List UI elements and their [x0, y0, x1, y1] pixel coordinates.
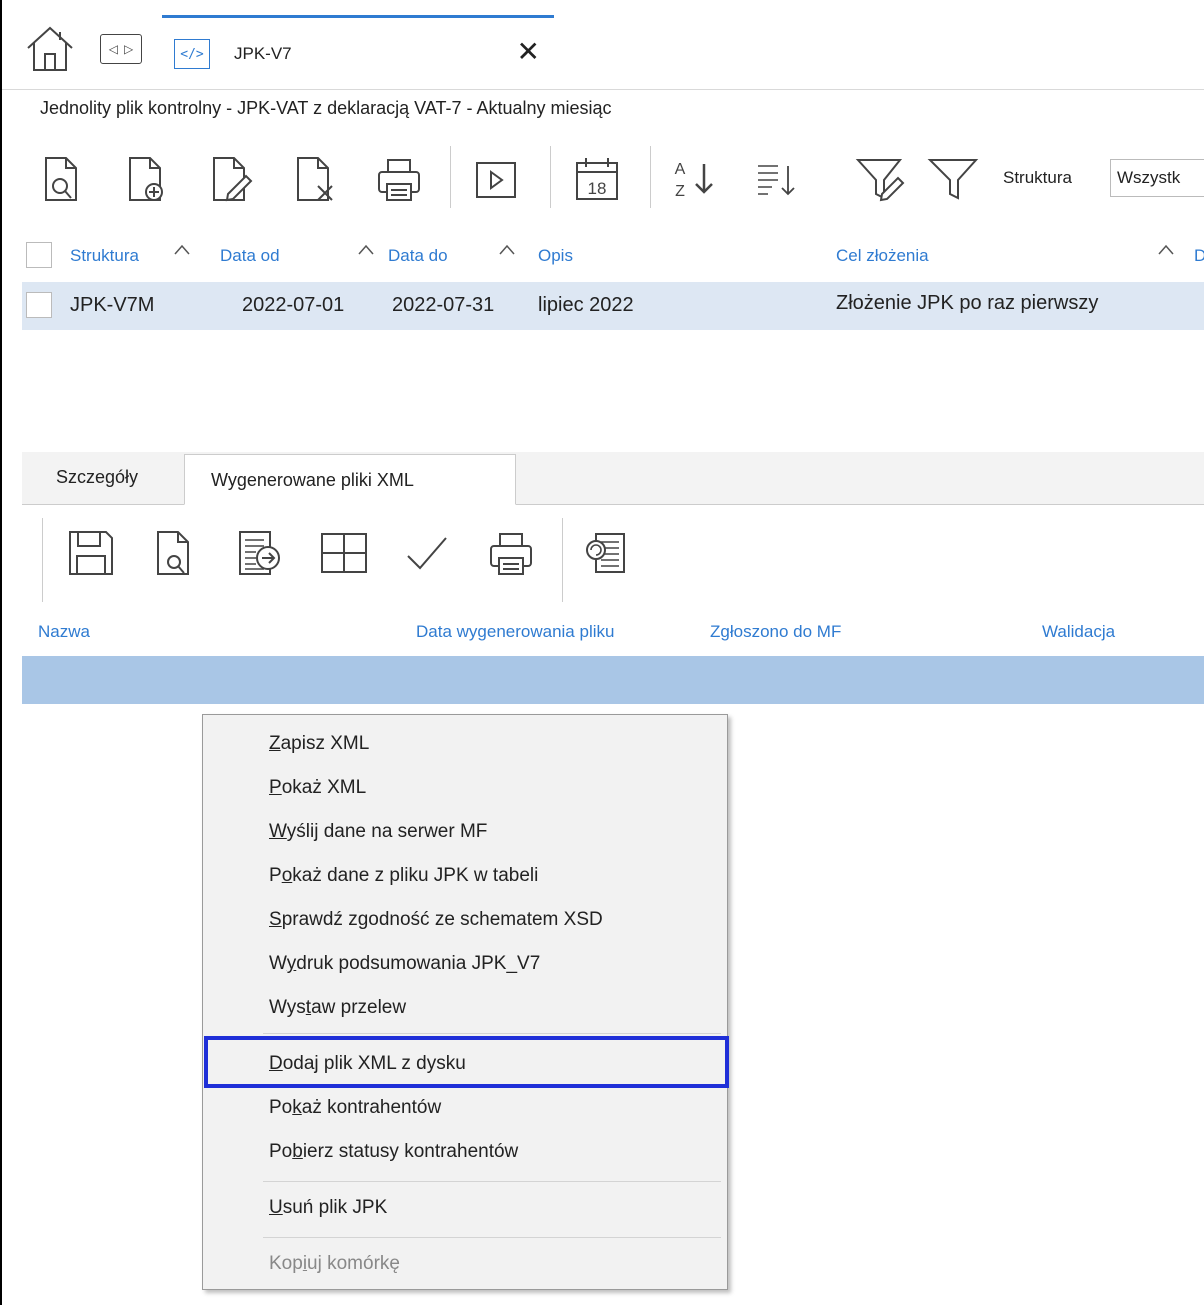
- select-all-checkbox[interactable]: [26, 242, 52, 268]
- column-header-data-od[interactable]: Data od: [220, 246, 280, 266]
- struktura-select[interactable]: Wszystk: [1110, 159, 1204, 197]
- menu-item-sprawdz-xsd[interactable]: Sprawdź zgodność ze schematem XSD: [269, 909, 603, 931]
- tab-label: Wygenerowane pliki XML: [211, 470, 414, 490]
- filter-icon[interactable]: [926, 154, 980, 204]
- calendar-day: 18: [588, 179, 607, 198]
- column-header-struktura[interactable]: Struktura: [70, 246, 139, 266]
- sort-list-icon[interactable]: [750, 154, 806, 204]
- sort-z-label: Z: [675, 183, 685, 200]
- print-icon[interactable]: [374, 154, 424, 204]
- tab-jpk-v7[interactable]: </> JPK-V7 ✕: [162, 15, 554, 90]
- code-icon: </>: [174, 39, 210, 69]
- filter-clear-icon[interactable]: [854, 154, 908, 204]
- column-header-nazwa[interactable]: Nazwa: [38, 622, 90, 642]
- cell-cel: Złożenie JPK po raz pierwszy: [836, 292, 1099, 314]
- row-checkbox[interactable]: [26, 292, 52, 318]
- cell-opis: lipiec 2022: [538, 294, 634, 316]
- preview-icon[interactable]: [152, 528, 198, 578]
- window-title: Jednolity plik kontrolny - JPK-VAT z dek…: [40, 98, 612, 118]
- column-header-zgloszono[interactable]: Zgłoszono do MF: [710, 622, 841, 642]
- add-icon[interactable]: [124, 154, 170, 204]
- cell-data-do: 2022-07-31: [392, 294, 495, 316]
- menu-item-pokaz-kontrahentow[interactable]: Pokaż kontrahentów: [269, 1097, 441, 1119]
- check-icon[interactable]: [402, 528, 452, 578]
- sort-caret-icon: [499, 244, 515, 255]
- sort-caret-icon: [174, 244, 190, 255]
- sort-a-label: A: [675, 161, 686, 178]
- switch-icon[interactable]: ◁ ▷: [100, 34, 142, 64]
- context-menu: Zapisz XML Pokaż XML Wyślij dane na serw…: [202, 714, 729, 1290]
- menu-item-usun-plik[interactable]: Usuń plik JPK: [269, 1197, 387, 1219]
- tab-title: JPK-V7: [234, 44, 292, 63]
- menu-item-kopiuj-komorke: Kopiuj komórkę: [269, 1253, 400, 1274]
- sort-caret-icon: [1158, 244, 1174, 255]
- menu-item-pokaz-dane-tabeli[interactable]: Pokaż dane z pliku JPK w tabeli: [269, 865, 538, 887]
- cell-struktura: JPK-V7M: [70, 294, 155, 316]
- column-header-data-do[interactable]: Data do: [388, 246, 448, 266]
- view-icon[interactable]: [40, 154, 86, 204]
- sort-az-icon[interactable]: AZ: [670, 154, 726, 204]
- tab-szczegoly[interactable]: Szczegóły: [56, 467, 138, 488]
- column-header-opis[interactable]: Opis: [538, 246, 573, 266]
- column-header-d[interactable]: D: [1194, 246, 1204, 266]
- menu-item-wystaw-przelew[interactable]: Wystaw przelew: [269, 997, 406, 1019]
- export-icon[interactable]: [234, 528, 284, 578]
- column-header-data-wygenerowania[interactable]: Data wygenerowania pliku: [416, 622, 614, 642]
- struktura-label: Struktura: [1003, 168, 1072, 187]
- menu-item-zapisz-xml[interactable]: Zapisz XML: [269, 733, 369, 755]
- app-window: ◁ ▷ </> JPK-V7 ✕ Jednolity plik kontrolny…: [0, 0, 1204, 1305]
- home-icon[interactable]: [24, 22, 76, 74]
- tab-wygenerowane-pliki-xml[interactable]: Wygenerowane pliki XML: [184, 454, 516, 505]
- run-icon[interactable]: [474, 160, 518, 200]
- column-header-cel[interactable]: Cel złożenia: [836, 246, 929, 266]
- menu-item-wyslij-dane[interactable]: Wyślij dane na serwer MF: [269, 821, 487, 843]
- sort-caret-icon: [358, 244, 374, 255]
- cell-data-od: 2022-07-01: [242, 294, 345, 316]
- tab-strip: ◁ ▷ </> JPK-V7 ✕: [2, 0, 1204, 90]
- close-icon[interactable]: ✕: [517, 38, 540, 66]
- save-icon[interactable]: [66, 528, 116, 578]
- copy-doc-icon[interactable]: [582, 528, 632, 578]
- table-row[interactable]: [22, 656, 1204, 704]
- print-icon[interactable]: [486, 528, 536, 578]
- menu-item-pobierz-statusy[interactable]: Pobierz statusy kontrahentów: [269, 1141, 518, 1163]
- menu-item-dodaj-plik-xml[interactable]: Dodaj plik XML z dysku: [269, 1053, 466, 1075]
- delete-icon[interactable]: [292, 154, 338, 204]
- menu-item-wydruk[interactable]: Wydruk podsumowania JPK_V7: [269, 953, 540, 975]
- calendar-icon[interactable]: 18: [572, 154, 622, 204]
- edit-icon[interactable]: [208, 154, 254, 204]
- menu-item-pokaz-xml[interactable]: Pokaż XML: [269, 777, 366, 799]
- table-icon[interactable]: [318, 528, 370, 578]
- column-header-walidacja[interactable]: Walidacja: [1042, 622, 1115, 642]
